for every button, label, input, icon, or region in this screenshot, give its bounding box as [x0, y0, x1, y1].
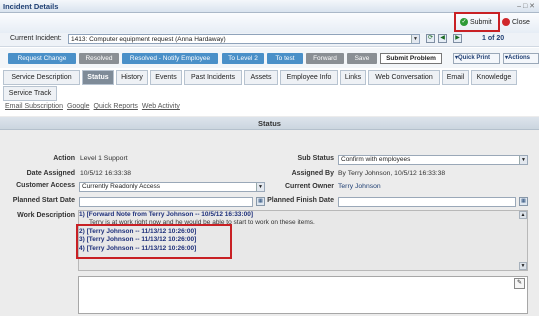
- maximize-icon[interactable]: □: [523, 3, 527, 10]
- action-label: Action: [53, 155, 75, 162]
- status-heading: Status: [0, 117, 539, 130]
- close-window-icon[interactable]: ✕: [529, 3, 535, 10]
- tab-knowledge[interactable]: Knowledge: [471, 70, 517, 85]
- link-email-subscription[interactable]: Email Subscription: [5, 103, 63, 110]
- calendar-icon[interactable]: ▦: [519, 197, 528, 206]
- customer-access-label: Customer Access: [16, 182, 75, 189]
- scroll-up-icon[interactable]: ▲: [519, 211, 527, 219]
- date-assigned-value: 10/5/12 16:33:38: [80, 170, 132, 177]
- tab-past-incidents[interactable]: Past Incidents: [184, 70, 242, 85]
- close-button[interactable]: Close: [502, 16, 538, 30]
- date-assigned-label: Date Assigned: [26, 170, 75, 177]
- tab-service-track[interactable]: Service Track: [3, 86, 57, 101]
- chevron-down-icon[interactable]: ▼: [411, 35, 419, 43]
- current-incident-value: 1413: Computer equipment request (Anna H…: [71, 36, 226, 43]
- work-note-header: 1) [Forward Note from Terry Johnson -- 1…: [79, 211, 253, 218]
- tab-status[interactable]: Status: [82, 70, 114, 85]
- tab-events[interactable]: Events: [150, 70, 182, 85]
- current-incident-select[interactable]: 1413: Computer equipment request (Anna H…: [68, 34, 420, 44]
- work-description-label: Work Description: [17, 212, 75, 219]
- link-google[interactable]: Google: [67, 103, 90, 110]
- tab-web-conversation[interactable]: Web Conversation: [368, 70, 440, 85]
- current-owner-label: Current Owner: [284, 183, 334, 190]
- tab-service-description[interactable]: Service Description: [3, 70, 80, 85]
- planned-start-label: Planned Start Date: [12, 197, 75, 204]
- sub-status-value: Confirm with employees: [341, 156, 411, 163]
- to-test-button[interactable]: To test: [267, 53, 303, 64]
- quick-print-label: Quick Print: [458, 55, 491, 61]
- resolved-notify-button[interactable]: Resolved - Notify Employee: [122, 53, 218, 64]
- notes-highlight: [76, 224, 232, 259]
- assigned-by-label: Assigned By: [291, 170, 334, 177]
- refresh-icon[interactable]: ⟳: [426, 34, 435, 43]
- link-web-activity[interactable]: Web Activity: [142, 103, 180, 110]
- page-counter: 1 of 20: [482, 35, 505, 42]
- sub-status-select[interactable]: Confirm with employees ▼: [338, 155, 528, 165]
- tab-employee-info[interactable]: Employee Info: [280, 70, 338, 85]
- link-quick-reports[interactable]: Quick Reports: [94, 103, 138, 110]
- actions-menu-button[interactable]: ▾Actions: [503, 53, 539, 64]
- chevron-down-icon: ▼: [519, 156, 527, 164]
- customer-access-select[interactable]: Currently Readonly Access ▼: [79, 182, 265, 192]
- planned-finish-label: Planned Finish Date: [267, 197, 334, 204]
- current-owner-value: Terry Johnson: [338, 183, 381, 190]
- stop-icon: [502, 18, 510, 27]
- minimize-icon[interactable]: –: [517, 3, 521, 10]
- quick-print-button[interactable]: ▾Quick Print: [453, 53, 500, 64]
- request-change-button[interactable]: Request Change: [8, 53, 76, 64]
- actions-menu-label: Actions: [508, 55, 531, 61]
- planned-finish-input[interactable]: [338, 197, 516, 207]
- submit-highlight: [454, 12, 500, 32]
- sub-status-label: Sub Status: [297, 155, 334, 162]
- sub-links: Email Subscription Google Quick Reports Web…: [5, 103, 184, 110]
- work-description-input[interactable]: [78, 276, 528, 314]
- tab-assets[interactable]: Assets: [244, 70, 278, 85]
- tab-email[interactable]: Email: [442, 70, 469, 85]
- scroll-down-icon[interactable]: ▼: [519, 262, 527, 270]
- forward-button[interactable]: Forward: [306, 53, 344, 64]
- assigned-by-value: By Terry Johnson, 10/5/12 16:33:38: [338, 170, 446, 177]
- resolved-button[interactable]: Resolved: [79, 53, 119, 64]
- prev-icon[interactable]: ◀: [438, 34, 447, 43]
- tab-links[interactable]: Links: [340, 70, 366, 85]
- window-title: Incident Details: [3, 2, 59, 11]
- planned-start-input[interactable]: [79, 197, 253, 207]
- to-level-2-button[interactable]: To Level 2: [222, 53, 264, 64]
- next-icon[interactable]: ▶: [453, 34, 462, 43]
- submit-problem-button[interactable]: Submit Problem: [380, 53, 442, 64]
- chevron-down-icon: ▼: [256, 183, 264, 191]
- spellcheck-icon[interactable]: ✎: [514, 278, 525, 289]
- close-label: Close: [511, 19, 530, 26]
- save-button[interactable]: Save: [347, 53, 377, 64]
- calendar-icon[interactable]: ▦: [256, 197, 265, 206]
- action-value: Level 1 Support: [80, 155, 128, 162]
- customer-access-value: Currently Readonly Access: [82, 183, 161, 190]
- window-controls[interactable]: – □ ✕: [517, 2, 535, 10]
- current-incident-label: Current Incident:: [10, 35, 62, 42]
- tab-history[interactable]: History: [116, 70, 148, 85]
